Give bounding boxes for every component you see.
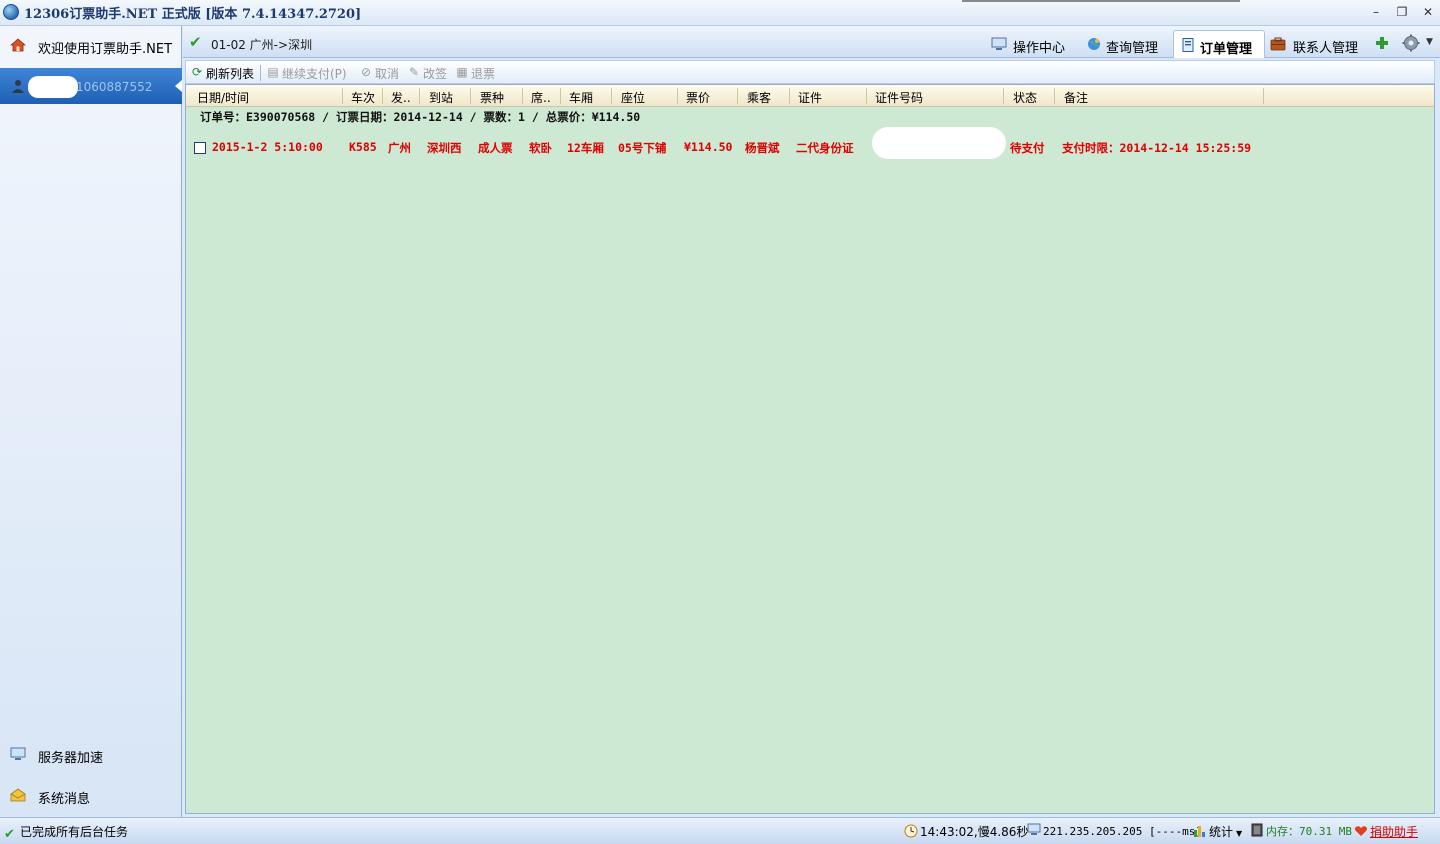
tab-label: 联系人管理 [1293, 41, 1359, 56]
briefcase-icon [1270, 37, 1286, 51]
account-redaction [28, 76, 78, 98]
refresh-icon: ⟳ [191, 65, 203, 79]
cell-coach: 12车厢 [567, 141, 604, 155]
app-globe-icon [3, 4, 19, 20]
column-header-id-type[interactable]: 证件 [798, 89, 822, 106]
welcome-label: 欢迎使用订票助手.NET [38, 42, 173, 57]
printer-icon: ▦ [456, 65, 468, 79]
column-header-seat-class[interactable]: 席.. [531, 89, 551, 106]
server-speedup-label: 服务器加速 [38, 751, 104, 766]
pen-icon: ✎ [408, 65, 420, 79]
cell-passenger: 杨晋斌 [745, 141, 780, 155]
window-title: 12306订票助手.NET 正式版 [版本 7.4.14347.2720] [24, 7, 362, 22]
heart-icon [1354, 826, 1368, 836]
order-group-summary: 订单号：E390070568 / 订票日期：2014-12-14 / 票数：1 … [200, 110, 641, 124]
cell-seat-class: 软卧 [529, 141, 552, 155]
progress-line [962, 0, 1240, 2]
globe-icon [1088, 38, 1100, 50]
cell-to: 深圳西 [427, 141, 462, 155]
memory-chip-icon [1251, 823, 1263, 837]
clock-icon [904, 824, 918, 838]
time-sync-indicator[interactable]: 14:43:02,慢4.86秒 [904, 823, 1028, 840]
bar-chart-icon [1194, 826, 1205, 837]
system-messages-label: 系统消息 [38, 792, 91, 807]
route-label: 01-02 广州->深圳 [211, 38, 313, 52]
account-number: 1060887552( [76, 80, 152, 94]
sidebar-item-welcome[interactable]: 欢迎使用订票助手.NET [0, 34, 182, 58]
add-icon[interactable] [1375, 36, 1389, 50]
order-grid: 日期/时间 车次 发.. 到站 票种 席.. 车厢 座位 票价 乘客 证件 证件… [185, 84, 1435, 814]
tab-operation-center[interactable]: 操作中心 [983, 30, 1073, 58]
chevron-down-icon: ▼ [1236, 829, 1243, 838]
tab-label: 查询管理 [1106, 41, 1159, 56]
cell-train: K585 [349, 140, 377, 154]
tab-order-management[interactable]: 订单管理 [1173, 30, 1265, 58]
checkmark-icon: ✔ [4, 827, 15, 842]
column-header-id-number[interactable]: 证件号码 [875, 89, 923, 106]
column-header-coach[interactable]: 车厢 [569, 89, 593, 106]
id-number-redaction [872, 127, 1006, 159]
sidebar-item-system-messages[interactable]: 系统消息 [0, 784, 182, 808]
tab-query-management[interactable]: 查询管理 [1078, 30, 1170, 58]
stats-dropdown[interactable]: 统计 ▼ [1193, 823, 1242, 840]
monitor-icon [10, 747, 26, 760]
toolbar: ⟳ 刷新列表 ▤ 继续支付(P) ⊘ 取消 ✎ 改签 ▦ 退票 [185, 60, 1435, 84]
sidebar-item-account[interactable]: 1060887552( [0, 68, 182, 104]
cancel-icon: ⊘ [360, 65, 372, 79]
cell-id-type: 二代身份证 [796, 141, 854, 155]
grid-header: 日期/时间 车次 发.. 到站 票种 席.. 车厢 座位 票价 乘客 证件 证件… [186, 85, 1434, 107]
donate-link[interactable]: 捐助助手 [1354, 823, 1418, 840]
table-row[interactable]: 2015-1-2 5:10:00 K585 广州 深圳西 成人票 软卧 12车厢… [186, 127, 1434, 159]
column-header-seat[interactable]: 座位 [621, 89, 645, 106]
row-checkbox[interactable] [194, 142, 206, 154]
cell-datetime: 2015-1-2 5:10:00 [212, 140, 323, 154]
column-header-from[interactable]: 发.. [391, 89, 411, 106]
checkmark-icon: ✔ [189, 33, 202, 51]
cell-seat: 05号下铺 [618, 141, 667, 155]
title-bar: 12306订票助手.NET 正式版 [版本 7.4.14347.2720] – … [0, 0, 1440, 26]
minimize-button[interactable]: – [1368, 4, 1384, 20]
order-book-icon [1182, 38, 1194, 52]
close-button[interactable]: ✕ [1420, 4, 1436, 20]
column-header-status[interactable]: 状态 [1013, 89, 1037, 106]
tab-contact-management[interactable]: 联系人管理 [1267, 30, 1367, 58]
column-header-passenger[interactable]: 乘客 [747, 89, 771, 106]
status-bar: ✔ 已完成所有后台任务 14:43:02,慢4.86秒 221.235.205.2… [0, 817, 1440, 844]
cell-status: 待支付 [1010, 141, 1045, 155]
cell-remark: 支付时限：2014-12-14 15:25:59 [1062, 141, 1252, 155]
column-header-to[interactable]: 到站 [429, 89, 453, 106]
cell-price: ¥114.50 [684, 140, 733, 154]
column-header-train[interactable]: 车次 [351, 89, 375, 106]
gear-icon[interactable] [1402, 34, 1420, 52]
message-icon [10, 788, 26, 802]
server-indicator[interactable]: 221.235.205.205 [----ms] [1027, 823, 1202, 838]
column-header-remark[interactable]: 备注 [1064, 89, 1088, 106]
cell-from: 广州 [388, 141, 411, 155]
toolbar-divider [260, 65, 261, 81]
column-header-datetime[interactable]: 日期/时间 [197, 89, 249, 106]
selected-pointer [175, 80, 182, 92]
column-header-ticket-type[interactable]: 票种 [480, 89, 504, 106]
user-icon [12, 80, 24, 93]
chevron-down-icon[interactable]: ▼ [1426, 37, 1433, 47]
tab-label: 操作中心 [1013, 41, 1066, 56]
sidebar-item-server-speedup[interactable]: 服务器加速 [0, 743, 182, 767]
sidebar: 欢迎使用订票助手.NET 1060887552( 服务器加速 系统消息 [0, 26, 182, 817]
top-nav: ✔ 01-02 广州->深圳 操作中心 查询管理 订单管理 联系人管理 ▼ [183, 26, 1440, 58]
monitor-icon [1027, 823, 1041, 835]
tab-label: 订单管理 [1200, 42, 1253, 57]
payment-icon: ▤ [267, 65, 279, 79]
cell-ticket-type: 成人票 [478, 141, 513, 155]
task-status: ✔ 已完成所有后台任务 [4, 825, 129, 842]
monitor-icon [991, 37, 1007, 50]
home-icon [10, 38, 26, 52]
maximize-button[interactable]: ❐ [1394, 4, 1410, 20]
memory-indicator: 内存：70.31 MB [1250, 823, 1352, 839]
column-header-price[interactable]: 票价 [686, 89, 710, 106]
